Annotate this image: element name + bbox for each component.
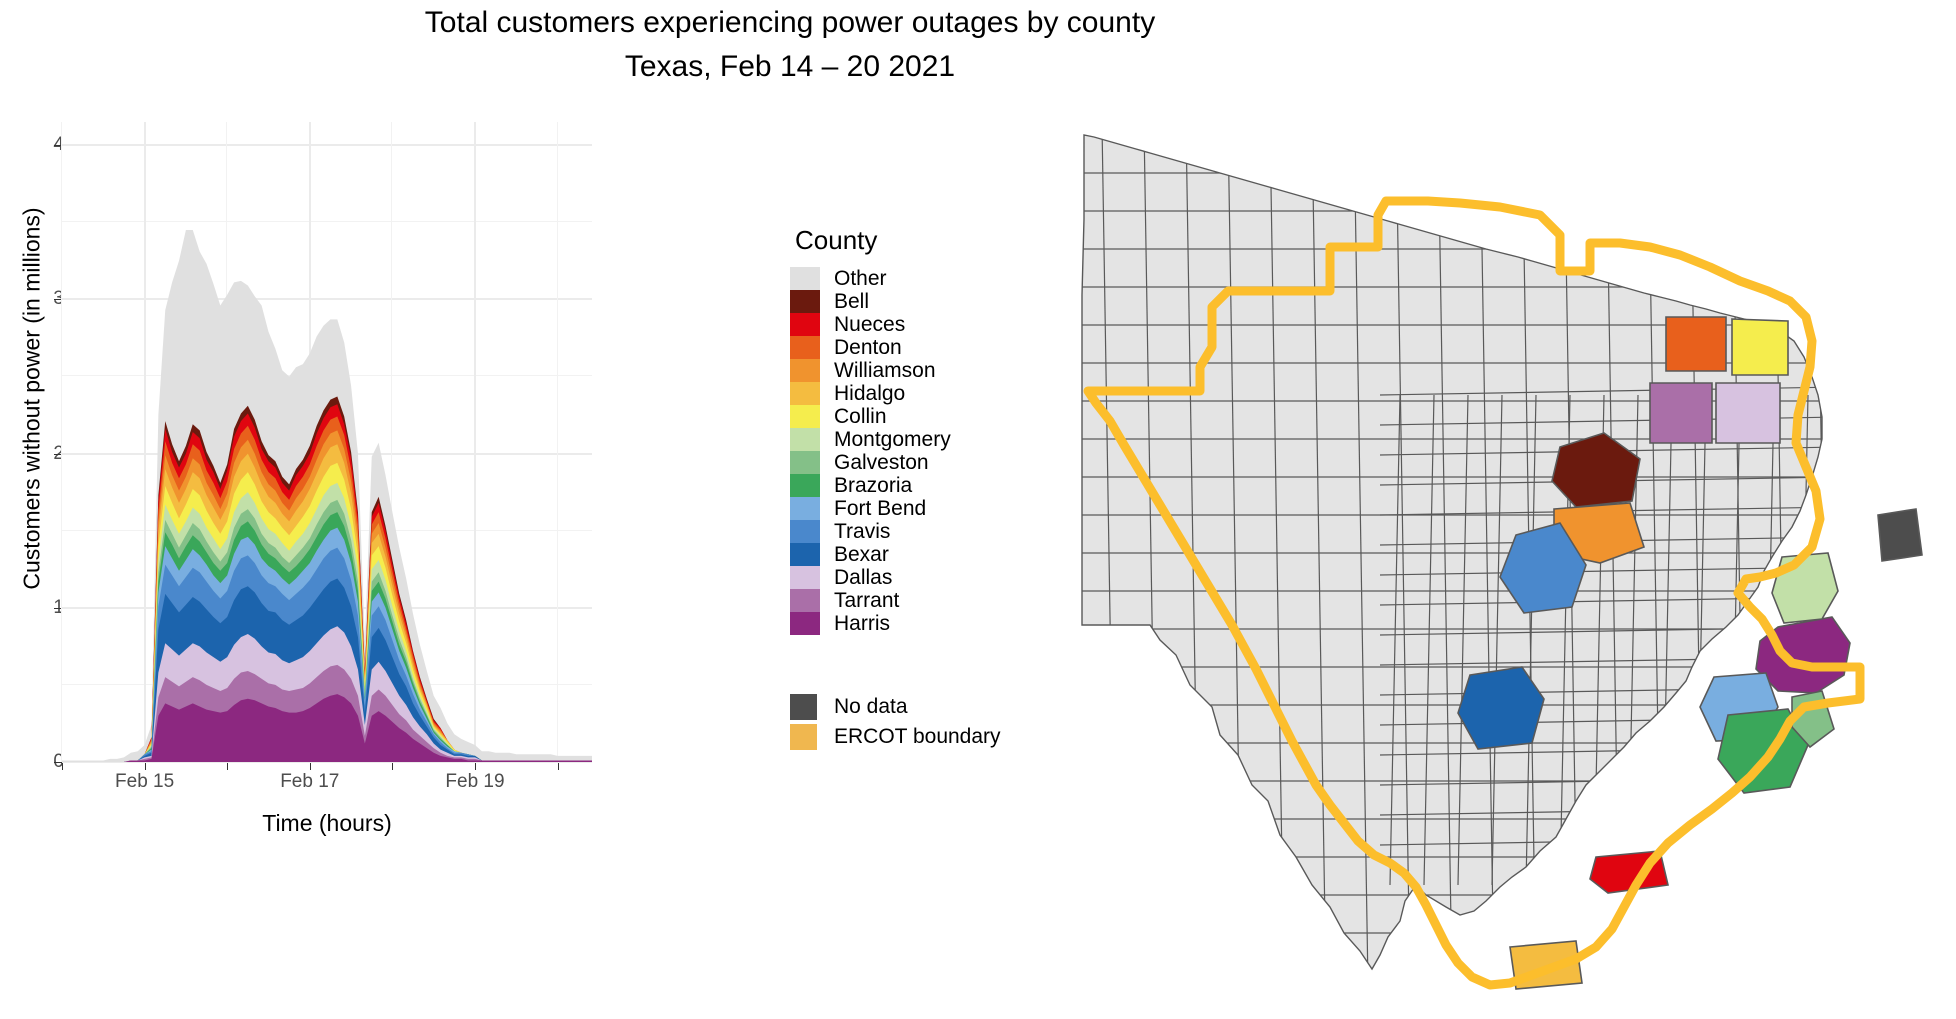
legend-swatch-icon (790, 497, 820, 520)
county-no-data[interactable] (1877, 508, 1923, 562)
x-tick-label: Feb 17 (280, 771, 340, 792)
legend-swatch-icon (790, 566, 820, 589)
legend-swatch-icon (790, 428, 820, 451)
area-series-svg (62, 229, 592, 762)
legend-swatch-icon (790, 290, 820, 313)
county-border (1060, 125, 1074, 985)
county-dallas[interactable] (1715, 382, 1781, 444)
x-tick-label: Feb 15 (115, 771, 175, 792)
county-bexar[interactable] (1457, 666, 1545, 750)
y-tick-mark (54, 762, 62, 763)
legend-swatch-icon (790, 589, 820, 612)
chart-title-block: Total customers experiencing power outag… (0, 0, 1580, 87)
x-tick-mark (309, 762, 311, 770)
county-collin[interactable] (1731, 318, 1789, 376)
county-tarrant[interactable] (1649, 382, 1713, 444)
page-title: Total customers experiencing power outag… (424, 6, 1156, 39)
county-denton[interactable] (1665, 316, 1727, 372)
x-tick-label: Feb 19 (445, 771, 505, 792)
texas-map-svg (1060, 125, 1923, 990)
plot-area (61, 122, 592, 763)
legend-swatch-icon (790, 724, 817, 750)
legend-swatch-icon (790, 359, 820, 382)
legend-swatch-icon (790, 543, 820, 566)
legend-swatch-icon (790, 694, 817, 720)
county-montgomery[interactable] (1771, 552, 1839, 624)
x-tick-mark (557, 762, 559, 770)
texas-county-map-panel (860, 95, 1956, 1019)
x-tick-mark (62, 762, 63, 770)
x-tick-mark (392, 762, 394, 770)
x-axis-title: Time (hours) (262, 810, 392, 836)
x-tick-mark (474, 762, 476, 770)
page-subtitle: Texas, Feb 14 – 20 2021 (624, 50, 956, 83)
legend-swatch-icon (790, 520, 820, 543)
legend-swatch-icon (790, 451, 820, 474)
legend-swatch-icon (790, 336, 820, 359)
legend-swatch-icon (790, 405, 820, 428)
legend-swatch-icon (790, 313, 820, 336)
legend-swatch-icon (790, 267, 820, 290)
x-tick-mark (227, 762, 229, 770)
county-border (1773, 135, 1789, 969)
x-tick-mark (144, 762, 146, 770)
legend-swatch-icon (790, 382, 820, 405)
stacked-area-chart-panel: Customers without power (in millions) Ti… (0, 95, 660, 1019)
legend-swatch-icon (790, 474, 820, 497)
legend-swatch-icon (790, 612, 820, 635)
